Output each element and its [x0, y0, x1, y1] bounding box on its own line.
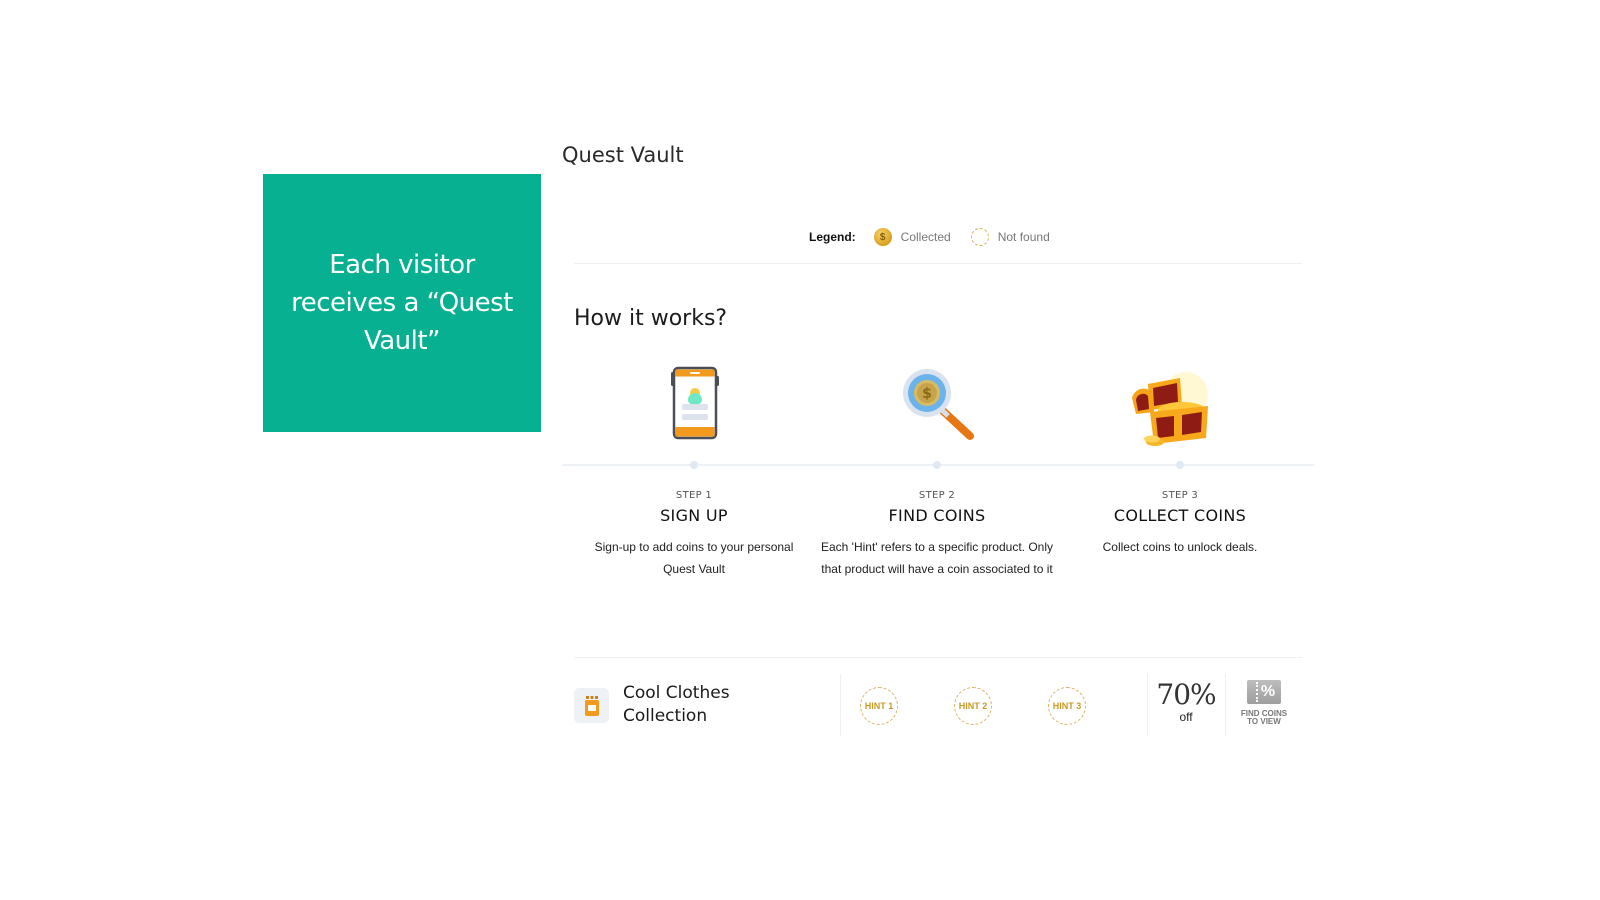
magnifier-coin-icon: $: [900, 366, 976, 447]
timeline-dot: [1176, 461, 1184, 469]
step-description: Each 'Hint' refers to a specific product…: [820, 540, 1053, 576]
step-number: STEP 1: [675, 490, 713, 501]
coupon-percent-icon: %: [1247, 680, 1281, 704]
legend-item-not-found: Not found: [970, 228, 1050, 246]
find-label-line: TO VIEW: [1247, 717, 1281, 726]
phone-signup-icon: [670, 366, 720, 445]
legend-item-label: Collected: [900, 230, 951, 244]
hint-3-button[interactable]: HINT 3: [1048, 687, 1086, 725]
legend-item-label: Not found: [997, 230, 1050, 244]
product-name[interactable]: Cool Clothes Collection: [623, 682, 730, 728]
steps-timeline: [562, 461, 1314, 469]
coupon-symbol: %: [1260, 683, 1276, 700]
find-coins-to-view-button[interactable]: % FIND COINS TO VIEW: [1232, 680, 1296, 726]
info-callout: Each visitor receives a “Quest Vault”: [263, 174, 541, 432]
column-divider: [1147, 674, 1148, 736]
coin-collected-icon: $: [873, 228, 892, 246]
step-number: STEP 3: [1161, 490, 1199, 501]
treasure-chest-icon: [1124, 366, 1214, 455]
step-title: SIGN UP: [660, 506, 728, 525]
coin-not-found-icon: [970, 228, 989, 246]
discount-value: 70%: [1156, 678, 1216, 711]
step-title: COLLECT COINS: [1113, 506, 1247, 525]
divider: [574, 657, 1302, 658]
step-sign-up: STEP 1 SIGN UP Sign-up to add coins to y…: [574, 490, 814, 580]
legend-item-collected: $ Collected: [873, 228, 951, 246]
discount-suffix: off: [1179, 710, 1193, 724]
divider: [574, 263, 1302, 264]
legend: Legend: $ Collected Not found: [809, 228, 1070, 246]
step-description: Sign-up to add coins to your personal Qu…: [594, 540, 794, 576]
svg-text:$: $: [922, 386, 932, 402]
timeline-dot: [933, 461, 941, 469]
callout-text: Each visitor receives a “Quest Vault”: [291, 250, 513, 356]
step-find-coins: STEP 2 FIND COINS Each 'Hint' refers to …: [817, 490, 1057, 580]
product-name-line: Collection: [623, 706, 708, 726]
step-title: FIND COINS: [888, 506, 986, 525]
column-divider: [840, 674, 841, 736]
how-it-works-title: How it works?: [574, 306, 728, 331]
step-collect-coins: STEP 3 COLLECT COINS Collect coins to un…: [1060, 490, 1300, 558]
column-divider: [1225, 674, 1226, 736]
hint-1-button[interactable]: HINT 1: [860, 687, 898, 725]
step-number: STEP 2: [918, 490, 956, 501]
product-name-line: Cool Clothes: [623, 683, 730, 703]
page-title: Quest Vault: [562, 143, 684, 167]
step-description: Collect coins to unlock deals.: [1102, 540, 1258, 554]
product-row: Cool Clothes Collection HINT 1 HINT 2 HI…: [574, 672, 1302, 738]
hint-2-button[interactable]: HINT 2: [954, 687, 992, 725]
find-coins-label: FIND COINS TO VIEW: [1232, 710, 1296, 726]
discount-display: 70% off: [1154, 678, 1218, 725]
timeline-dot: [690, 461, 698, 469]
shopping-bag-icon: [574, 688, 609, 723]
legend-label: Legend:: [809, 230, 856, 244]
